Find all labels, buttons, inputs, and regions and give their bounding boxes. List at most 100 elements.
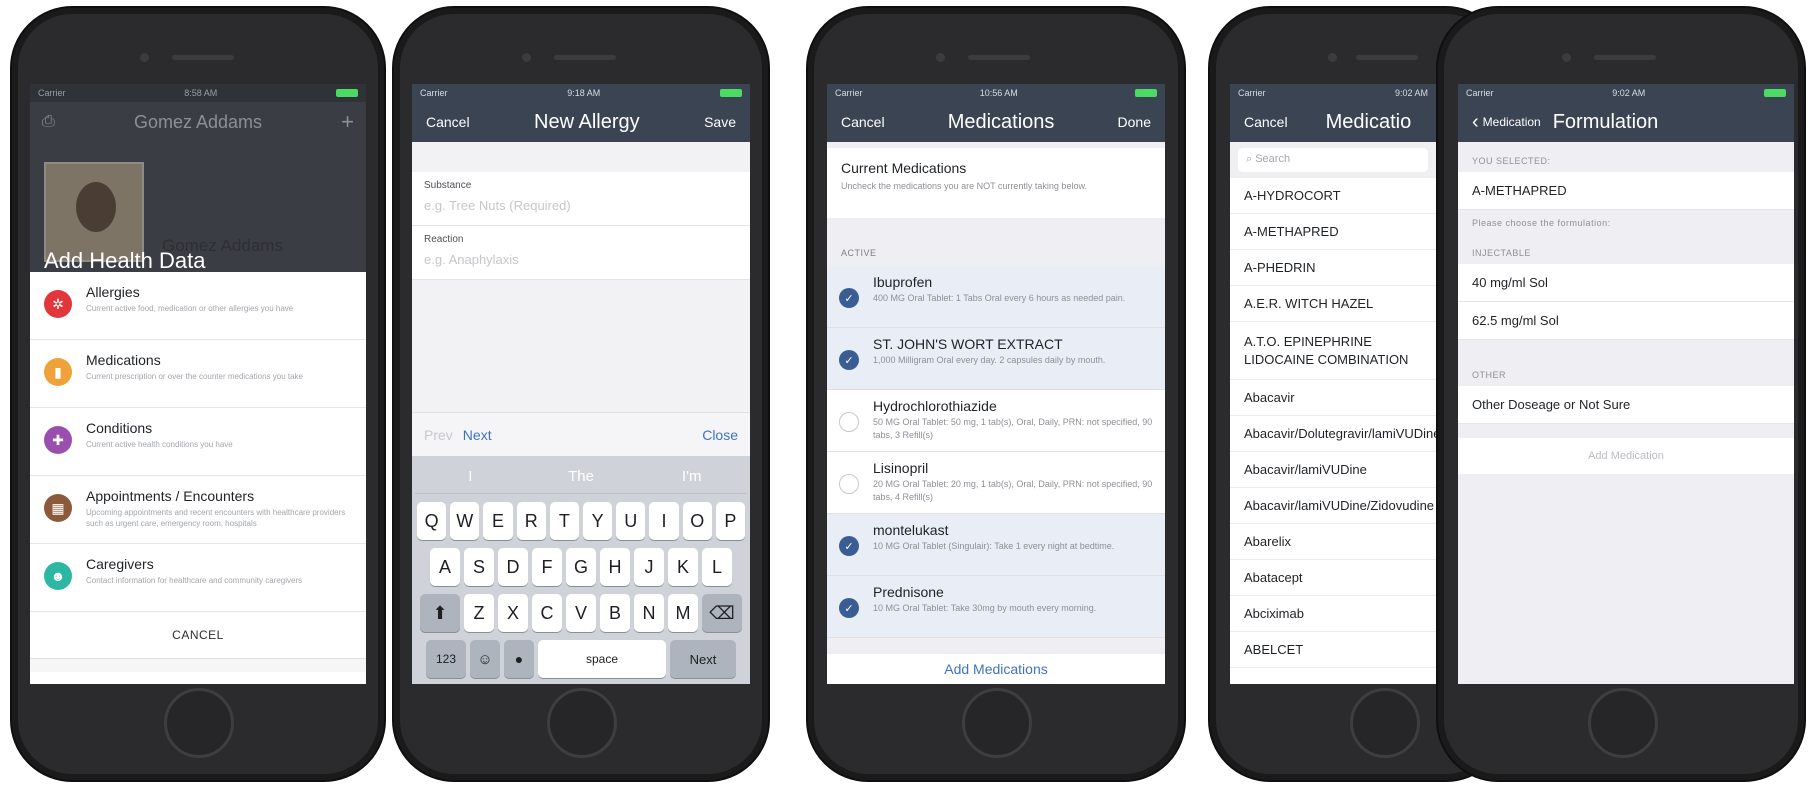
shift-icon[interactable]: ⬆ xyxy=(420,594,460,632)
key[interactable]: B xyxy=(600,594,630,632)
emoji-icon[interactable]: ☺ xyxy=(470,640,500,678)
key[interactable]: R xyxy=(516,502,546,540)
next-key[interactable]: Next xyxy=(670,640,736,678)
numbers-key[interactable]: 123 xyxy=(426,640,466,678)
reaction-field[interactable]: Reaction e.g. Anaphylaxis xyxy=(412,226,750,280)
backspace-icon[interactable]: ⌫ xyxy=(702,594,742,632)
cancel-button[interactable]: Cancel xyxy=(841,114,885,130)
substance-field[interactable]: Substance e.g. Tree Nuts (Required) xyxy=(412,172,750,226)
key[interactable]: S xyxy=(464,548,494,586)
unchecked-circle-icon[interactable] xyxy=(839,412,859,432)
cancel-button[interactable]: Cancel xyxy=(426,114,470,130)
list-item[interactable]: A-PHEDRIN xyxy=(1230,250,1436,286)
medication-row[interactable]: ✓ Prednisone 10 MG Oral Tablet: Take 30mg… xyxy=(827,576,1165,638)
medication-row[interactable]: ✓ montelukast 10 MG Oral Tablet (Singulai… xyxy=(827,514,1165,576)
checkmark-icon[interactable]: ✓ xyxy=(839,350,859,370)
key[interactable]: F xyxy=(532,548,562,586)
key[interactable]: D xyxy=(498,548,528,586)
list-item[interactable]: Abarelix xyxy=(1230,524,1436,560)
list-item[interactable]: ABELCET xyxy=(1230,632,1436,668)
item-title: Allergies xyxy=(86,284,140,300)
list-item[interactable]: Abacavir xyxy=(1230,380,1436,416)
key[interactable]: W xyxy=(450,502,480,540)
list-item-caregivers[interactable]: ☻ Caregivers Contact information for heal… xyxy=(30,544,366,612)
key[interactable]: X xyxy=(498,594,528,632)
med-name: Prednisone xyxy=(873,584,944,600)
list-item[interactable]: A.E.R. WITCH HAZEL xyxy=(1230,286,1436,322)
key[interactable]: C xyxy=(532,594,562,632)
list-item-conditions[interactable]: ✚ Conditions Current active health condit… xyxy=(30,408,366,476)
medication-row[interactable]: ✓ Ibuprofen 400 MG Oral Tablet: 1 Tabs Or… xyxy=(827,266,1165,328)
medication-row[interactable]: ✓ ST. JOHN'S WORT EXTRACT 1,000 Milligram… xyxy=(827,328,1165,390)
checkmark-icon[interactable]: ✓ xyxy=(839,536,859,556)
suggestion[interactable]: I xyxy=(415,468,526,485)
list-item[interactable]: A-METHAPRED xyxy=(1230,214,1436,250)
key[interactable]: G xyxy=(566,548,596,586)
medication-row[interactable]: Lisinopril 20 MG Oral Tablet: 20 mg, 1 ta… xyxy=(827,452,1165,514)
formulation-option[interactable]: Other Doseage or Not Sure xyxy=(1458,386,1794,424)
key[interactable]: A xyxy=(430,548,460,586)
list-item-allergies[interactable]: ✲ Allergies Current active food, medicati… xyxy=(30,272,366,340)
back-button[interactable]: Medication xyxy=(1483,115,1541,129)
microphone-icon[interactable]: ● xyxy=(504,640,534,678)
key[interactable]: H xyxy=(600,548,630,586)
suggestion[interactable]: The xyxy=(526,468,637,485)
key-row-3: ⬆ Z X C V B N M ⌫ xyxy=(415,594,747,632)
home-button[interactable] xyxy=(164,688,234,758)
home-button[interactable] xyxy=(1588,688,1658,758)
cancel-button[interactable]: Cancel xyxy=(1244,114,1288,130)
battery-icon xyxy=(719,89,742,97)
hospital-icon: ▦ xyxy=(44,494,72,522)
suggestion[interactable]: I'm xyxy=(636,468,747,485)
next-button[interactable]: Next xyxy=(463,427,492,443)
key[interactable]: O xyxy=(682,502,712,540)
search-input[interactable]: ⌕ Search xyxy=(1238,148,1428,172)
key[interactable]: U xyxy=(616,502,646,540)
reaction-input[interactable]: e.g. Anaphylaxis xyxy=(424,252,738,267)
list-item[interactable]: A-HYDROCORT xyxy=(1230,178,1436,214)
formulation-option[interactable]: 62.5 mg/ml Sol xyxy=(1458,302,1794,340)
key[interactable]: L xyxy=(702,548,732,586)
cancel-button[interactable]: CANCEL xyxy=(30,612,366,658)
current-medications-header: Current Medications Uncheck the medicati… xyxy=(827,148,1165,218)
key[interactable]: J xyxy=(634,548,664,586)
list-item[interactable]: Abacavir/Dolutegravir/lamiVUDine xyxy=(1230,416,1436,452)
save-button[interactable]: Save xyxy=(704,114,736,130)
list-item[interactable]: Abciximab xyxy=(1230,596,1436,632)
key[interactable]: P xyxy=(715,502,746,540)
key[interactable]: N xyxy=(634,594,664,632)
medication-row[interactable]: Hydrochlorothiazide 50 MG Oral Tablet: 50… xyxy=(827,390,1165,452)
list-item-appointments[interactable]: ▦ Appointments / Encounters Upcoming appo… xyxy=(30,476,366,544)
key[interactable]: I xyxy=(649,502,679,540)
share-icon[interactable]: ⎙ xyxy=(42,113,55,131)
key[interactable]: T xyxy=(549,502,579,540)
close-button[interactable]: Close xyxy=(702,427,738,443)
key[interactable]: K xyxy=(668,548,698,586)
checkmark-icon[interactable]: ✓ xyxy=(839,288,859,308)
list-item[interactable]: Abacavir/lamiVUDine xyxy=(1230,452,1436,488)
home-button[interactable] xyxy=(962,688,1032,758)
add-medications-button[interactable]: Add Medications xyxy=(827,654,1165,684)
add-icon[interactable]: + xyxy=(341,109,354,135)
home-button[interactable] xyxy=(1350,688,1420,758)
home-button[interactable] xyxy=(547,688,617,758)
checkmark-icon[interactable]: ✓ xyxy=(839,598,859,618)
list-item[interactable]: A.T.O. EPINEPHRINE LIDOCAINE COMBINATION xyxy=(1230,322,1436,380)
key[interactable]: Y xyxy=(583,502,613,540)
key[interactable]: Z xyxy=(464,594,494,632)
list-item[interactable]: Abacavir/lamiVUDine/Zidovudine xyxy=(1230,488,1436,524)
list-item-medications[interactable]: ▮ Medications Current prescription or ove… xyxy=(30,340,366,408)
key[interactable]: Q xyxy=(416,502,447,540)
prev-button[interactable]: Prev xyxy=(424,427,453,443)
add-medication-button[interactable]: Add Medication xyxy=(1458,438,1794,474)
formulation-option[interactable]: 40 mg/ml Sol xyxy=(1458,264,1794,302)
key[interactable]: M xyxy=(668,594,698,632)
key[interactable]: E xyxy=(483,502,513,540)
list-item[interactable]: Abatacept xyxy=(1230,560,1436,596)
back-chevron-icon[interactable]: ‹ xyxy=(1472,111,1479,134)
key[interactable]: V xyxy=(566,594,596,632)
unchecked-circle-icon[interactable] xyxy=(839,474,859,494)
space-key[interactable]: space xyxy=(538,640,666,678)
substance-input[interactable]: e.g. Tree Nuts (Required) xyxy=(424,198,738,213)
done-button[interactable]: Done xyxy=(1118,114,1151,130)
